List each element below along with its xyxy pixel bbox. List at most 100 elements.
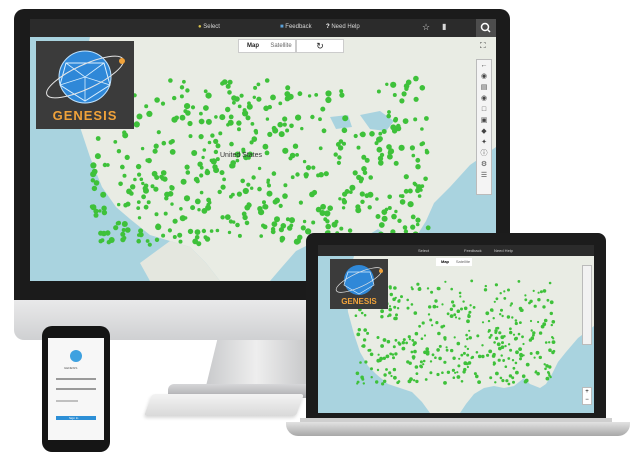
map-marker[interactable] [310, 114, 315, 120]
laptop-help-link[interactable]: Need Help [494, 248, 513, 253]
map-marker[interactable] [450, 287, 453, 291]
map-marker[interactable] [282, 193, 288, 199]
map-marker[interactable] [524, 298, 528, 302]
map-marker[interactable] [411, 153, 416, 158]
map-marker[interactable] [224, 214, 231, 221]
map-marker[interactable] [548, 341, 551, 344]
map-marker[interactable] [436, 372, 440, 377]
map-marker[interactable] [444, 280, 447, 283]
map-marker[interactable] [230, 163, 235, 168]
map-marker[interactable] [515, 370, 519, 375]
map-marker[interactable] [123, 202, 128, 208]
map-marker[interactable] [263, 105, 269, 112]
map-marker[interactable] [141, 194, 146, 200]
map-marker[interactable] [485, 311, 490, 316]
map-marker[interactable] [395, 313, 398, 317]
map-marker[interactable] [453, 313, 457, 317]
map-marker[interactable] [364, 157, 370, 163]
map-marker[interactable] [431, 324, 434, 327]
map-marker[interactable] [122, 132, 129, 139]
map-marker[interactable] [519, 321, 522, 324]
map-marker[interactable] [429, 318, 433, 322]
map-marker[interactable] [376, 368, 380, 372]
map-marker[interactable] [487, 319, 491, 323]
map-marker[interactable] [393, 160, 399, 166]
map-marker[interactable] [144, 104, 149, 109]
map-marker[interactable] [271, 221, 278, 228]
map-marker[interactable] [89, 204, 95, 209]
map-marker[interactable] [394, 316, 398, 321]
map-marker[interactable] [446, 312, 450, 316]
map-marker[interactable] [393, 117, 398, 123]
map-marker[interactable] [264, 150, 270, 156]
map-marker[interactable] [540, 324, 545, 329]
map-marker[interactable] [399, 98, 405, 104]
map-marker[interactable] [182, 79, 186, 84]
select-menu[interactable]: ● Select [198, 24, 220, 30]
map-marker[interactable] [493, 300, 496, 303]
map-marker[interactable] [517, 332, 521, 336]
laptop-zoom-control[interactable]: + − [582, 387, 592, 405]
map-marker[interactable] [295, 153, 299, 157]
map-marker[interactable] [525, 362, 530, 367]
map-marker[interactable] [551, 336, 554, 339]
map-marker[interactable] [465, 333, 468, 337]
map-marker[interactable] [382, 216, 388, 221]
map-marker[interactable] [382, 338, 387, 342]
map-marker[interactable] [442, 324, 446, 328]
map-marker[interactable] [184, 164, 190, 170]
map-marker[interactable] [336, 160, 341, 165]
map-marker[interactable] [338, 197, 342, 201]
map-marker[interactable] [518, 306, 523, 311]
map-marker[interactable] [300, 225, 306, 231]
phone-sign-in-button[interactable]: Sign In [56, 416, 96, 420]
map-marker[interactable] [387, 153, 393, 160]
map-marker[interactable] [471, 355, 475, 359]
map-marker[interactable] [423, 334, 427, 337]
map-marker[interactable] [506, 315, 511, 319]
map-marker[interactable] [250, 122, 255, 126]
map-marker[interactable] [393, 305, 397, 309]
map-marker[interactable] [441, 303, 444, 306]
map-marker[interactable] [242, 110, 249, 117]
map-marker[interactable] [383, 379, 387, 383]
map-marker[interactable] [497, 358, 501, 362]
map-marker[interactable] [160, 170, 167, 176]
search-button[interactable] [476, 19, 496, 37]
map-marker[interactable] [203, 89, 208, 94]
map-marker[interactable] [278, 203, 283, 208]
laptop-feedback-link[interactable]: Feedback [464, 248, 482, 253]
map-marker[interactable] [91, 185, 98, 192]
map-marker[interactable] [509, 304, 512, 307]
map-marker[interactable] [222, 177, 227, 182]
map-marker[interactable] [307, 94, 312, 98]
map-marker[interactable] [419, 85, 426, 91]
map-marker[interactable] [517, 280, 521, 283]
map-marker[interactable] [537, 298, 541, 302]
map-marker[interactable] [145, 158, 150, 163]
map-marker[interactable] [419, 142, 424, 147]
map-marker[interactable] [466, 353, 470, 357]
map-marker[interactable] [377, 136, 383, 142]
map-marker[interactable] [389, 292, 393, 297]
map-marker[interactable] [95, 136, 101, 141]
map-marker[interactable] [436, 286, 441, 291]
map-marker[interactable] [179, 85, 185, 90]
map-marker[interactable] [484, 284, 487, 288]
map-marker[interactable] [511, 316, 514, 319]
map-marker[interactable] [513, 337, 518, 341]
map-marker[interactable] [532, 331, 536, 335]
map-marker[interactable] [244, 220, 250, 226]
map-marker[interactable] [272, 127, 279, 134]
map-marker[interactable] [90, 178, 95, 183]
map-marker[interactable] [316, 173, 321, 178]
map-marker[interactable] [463, 367, 467, 372]
map-marker[interactable] [289, 217, 295, 224]
map-marker[interactable] [188, 134, 193, 139]
map-marker[interactable] [359, 191, 365, 197]
map-marker[interactable] [360, 311, 364, 315]
map-marker[interactable] [428, 305, 432, 309]
map-marker[interactable] [172, 235, 177, 239]
map-marker[interactable] [413, 311, 418, 315]
map-marker[interactable] [489, 376, 493, 380]
